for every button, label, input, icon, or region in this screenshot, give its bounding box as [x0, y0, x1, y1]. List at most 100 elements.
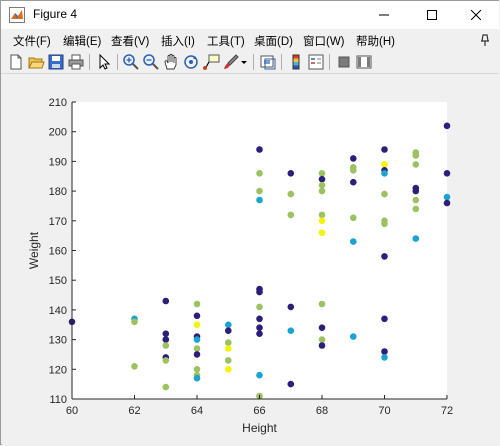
new-figure-icon: [10, 54, 22, 70]
menu-file[interactable]: 文件(F): [13, 33, 51, 49]
menu-help[interactable]: 帮助(H): [356, 33, 395, 49]
figure-window: Figure 4 文件(F) 编辑(E) 查看(V) 插入(I) 工具(T) 桌…: [0, 0, 499, 445]
data-point: [225, 357, 232, 364]
rotate-3d-icon: [184, 55, 198, 69]
menu-insert[interactable]: 插入(I): [161, 33, 195, 49]
data-point: [162, 336, 170, 343]
data-point: [318, 181, 326, 189]
brush-icon: [224, 54, 239, 69]
link-plot-button[interactable]: [259, 53, 277, 71]
y-tick-label: 180: [49, 186, 67, 198]
data-point: [412, 235, 420, 242]
hide-plot-tools-button[interactable]: [335, 53, 353, 71]
data-point: [381, 315, 388, 323]
data-point: [256, 170, 263, 177]
window-title: Figure 4: [33, 7, 78, 21]
data-point: [318, 300, 326, 308]
rotate-3d-button[interactable]: [182, 53, 200, 71]
data-point: [162, 330, 170, 338]
edit-plot-arrow-icon: [99, 53, 111, 70]
data-point: [381, 170, 388, 177]
data-point: [256, 288, 263, 296]
y-tick-label: 190: [49, 156, 67, 168]
x-tick-label: 62: [128, 405, 140, 417]
show-plot-tools-button[interactable]: [355, 53, 373, 71]
y-axis-label: Weight: [27, 231, 41, 269]
x-tick-label: 68: [316, 405, 328, 417]
data-point: [381, 220, 388, 228]
maximize-icon: [427, 10, 437, 20]
data-point: [193, 336, 201, 343]
scatter-chart[interactable]: 60 62 64 66 68 70 72 110 120 130 140 150 160 170 180 19…: [2, 74, 499, 445]
data-point: [443, 193, 451, 201]
maximize-button[interactable]: [409, 1, 455, 29]
minimize-button[interactable]: [361, 1, 407, 29]
data-cursor-button[interactable]: [202, 53, 220, 71]
data-point: [318, 170, 326, 177]
data-cursor-icon: [203, 54, 220, 70]
title-bar[interactable]: Figure 4: [1, 1, 499, 29]
data-point: [350, 155, 357, 162]
data-point: [443, 122, 451, 130]
dock-pin-icon[interactable]: [479, 33, 491, 47]
new-figure-button[interactable]: [7, 53, 25, 71]
x-tick-label: 72: [441, 405, 453, 417]
data-point: [256, 324, 263, 331]
data-point: [443, 170, 451, 177]
data-point: [193, 345, 201, 352]
data-point: [131, 363, 138, 370]
data-point: [287, 327, 295, 334]
toolbar-separator: [281, 54, 282, 70]
data-point: [350, 238, 357, 245]
data-point: [412, 152, 420, 159]
data-point: [443, 199, 451, 207]
zoom-out-button[interactable]: [142, 53, 160, 71]
close-button[interactable]: [453, 1, 499, 29]
data-point: [162, 383, 170, 391]
minimize-icon: [379, 14, 389, 16]
save-button[interactable]: [47, 53, 65, 71]
data-point: [287, 170, 295, 177]
menu-tools[interactable]: 工具(T): [207, 33, 245, 49]
menu-desktop[interactable]: 桌面(D): [254, 33, 293, 49]
pan-button[interactable]: [162, 53, 180, 71]
menu-window[interactable]: 窗口(W): [303, 33, 345, 49]
brush-dropdown-button[interactable]: [240, 53, 248, 71]
data-point: [318, 217, 326, 225]
zoom-out-icon: [143, 54, 159, 70]
y-tick-label: 110: [49, 394, 67, 406]
toolbar-separator: [117, 54, 118, 70]
y-tick-label: 150: [49, 275, 67, 287]
edit-plot-button[interactable]: [95, 53, 113, 71]
data-point: [193, 300, 201, 308]
data-point: [287, 380, 295, 388]
zoom-in-button[interactable]: [122, 53, 140, 71]
data-point: [350, 178, 357, 186]
menu-edit[interactable]: 编辑(E): [63, 33, 101, 49]
data-point: [350, 333, 357, 340]
data-point: [256, 371, 263, 379]
legend-icon: [308, 54, 324, 70]
print-button[interactable]: [67, 53, 85, 71]
data-point: [381, 190, 388, 198]
data-point: [162, 342, 170, 349]
y-tick-label: 130: [49, 335, 67, 347]
chevron-down-icon: [241, 61, 247, 64]
figure-canvas[interactable]: 60 62 64 66 68 70 72 110 120 130 140 150 160 170 180 19…: [2, 74, 499, 445]
x-tick-label: 60: [66, 405, 78, 417]
menu-view[interactable]: 查看(V): [111, 33, 149, 49]
y-tick-label: 160: [49, 246, 67, 258]
y-tick-label: 140: [49, 305, 67, 317]
insert-colorbar-button[interactable]: [287, 53, 305, 71]
open-file-button[interactable]: [27, 53, 45, 71]
data-point: [412, 196, 420, 204]
zoom-in-icon: [123, 54, 139, 70]
data-point: [381, 354, 388, 361]
y-tick-label: 170: [49, 216, 67, 228]
data-point: [318, 336, 326, 343]
brush-button[interactable]: [222, 53, 240, 71]
data-point: [318, 211, 326, 219]
insert-legend-button[interactable]: [307, 53, 325, 71]
data-point: [193, 321, 201, 329]
open-file-icon: [28, 57, 45, 69]
